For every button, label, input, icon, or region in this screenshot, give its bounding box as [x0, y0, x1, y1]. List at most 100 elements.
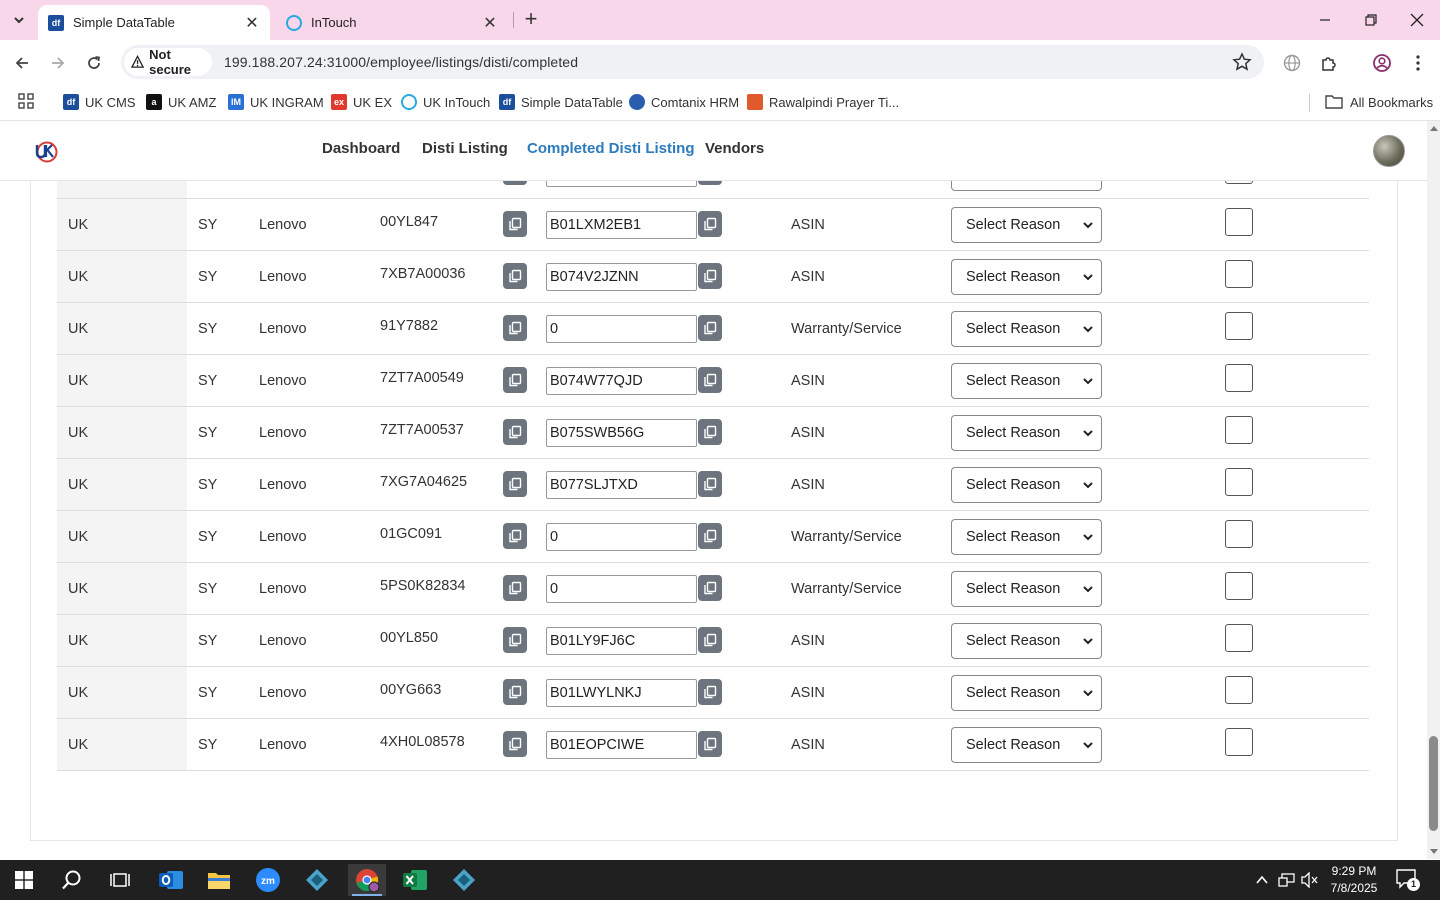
reason-select[interactable]: Select Reason	[951, 467, 1102, 503]
copy-part-button[interactable]	[503, 367, 527, 393]
outlook-app[interactable]	[152, 864, 190, 896]
asin-input[interactable]	[546, 315, 697, 343]
row-checkbox[interactable]	[1225, 624, 1253, 652]
row-checkbox[interactable]	[1225, 364, 1253, 392]
asin-input[interactable]	[546, 263, 697, 291]
zoom-app[interactable]: zm	[249, 864, 287, 896]
row-checkbox[interactable]	[1225, 468, 1253, 496]
show-hidden-icons-chevron-up-icon[interactable]	[1255, 873, 1269, 887]
site-info-chip[interactable]: Not secure	[124, 47, 212, 77]
bookmark-uk-cms[interactable]: df UK CMS	[63, 93, 136, 111]
scroll-up-arrow-icon[interactable]	[1430, 126, 1438, 131]
copy-part-button[interactable]	[503, 263, 527, 289]
bookmark-uk-amz[interactable]: a UK AMZ	[146, 93, 216, 111]
all-bookmarks-button[interactable]: All Bookmarks	[1325, 93, 1433, 111]
reason-select[interactable]: Select Reason	[951, 623, 1102, 659]
copy-asin-button[interactable]	[698, 315, 722, 341]
copy-asin-button[interactable]	[698, 523, 722, 549]
taskbar-search-button[interactable]	[53, 864, 91, 896]
excel-app[interactable]	[396, 864, 434, 896]
copy-asin-button[interactable]	[698, 731, 722, 757]
copy-asin-button[interactable]	[698, 575, 722, 601]
close-tab-icon[interactable]: ✕	[244, 13, 260, 33]
minimize-button[interactable]	[1302, 0, 1348, 40]
reason-select[interactable]: Select Reason	[951, 675, 1102, 711]
nav-vendors[interactable]: Vendors	[705, 140, 764, 157]
copy-asin-button[interactable]	[698, 419, 722, 445]
bookmark-simple-datatable[interactable]: df Simple DataTable	[499, 93, 623, 111]
reason-select[interactable]: Select Reason	[951, 363, 1102, 399]
reload-button[interactable]	[81, 50, 107, 76]
row-checkbox[interactable]	[1225, 416, 1253, 444]
nav-completed-disti-listing[interactable]: Completed Disti Listing	[527, 140, 695, 157]
close-tab-icon[interactable]: ✕	[482, 13, 498, 33]
volume-muted-icon[interactable]	[1301, 872, 1319, 888]
copy-asin-button[interactable]	[698, 471, 722, 497]
page-scrollbar[interactable]	[1427, 121, 1440, 859]
diamond-app-2[interactable]	[445, 864, 483, 896]
new-tab-button[interactable]: +	[520, 8, 542, 32]
tab-search-button[interactable]	[6, 7, 32, 33]
bookmark-uk-intouch[interactable]: UK InTouch	[401, 93, 490, 111]
uk-logo-icon[interactable]	[32, 139, 60, 163]
asin-input[interactable]	[546, 471, 697, 499]
reason-select[interactable]: Select Reason	[951, 519, 1102, 555]
copy-part-button[interactable]	[503, 419, 527, 445]
row-checkbox[interactable]	[1225, 572, 1253, 600]
tab-intouch[interactable]: InTouch ✕	[276, 5, 508, 40]
start-button[interactable]	[5, 864, 43, 896]
copy-part-button[interactable]	[503, 523, 527, 549]
asin-input[interactable]	[546, 627, 697, 655]
copy-asin-button[interactable]	[698, 627, 722, 653]
diamond-app[interactable]	[298, 864, 336, 896]
bookmark-star-icon[interactable]	[1232, 52, 1252, 72]
forward-button[interactable]	[45, 50, 71, 76]
reason-select[interactable]: Select Reason	[951, 207, 1102, 243]
reason-select[interactable]: Select Reason	[951, 727, 1102, 763]
address-bar[interactable]: Not secure 199.188.207.24:31000/employee…	[121, 45, 1264, 79]
copy-asin-button[interactable]	[698, 367, 722, 393]
task-view-button[interactable]	[101, 864, 139, 896]
more-menu-icon[interactable]	[1408, 53, 1428, 73]
close-window-button[interactable]	[1394, 0, 1440, 40]
apps-grid-icon[interactable]	[18, 93, 34, 109]
copy-part-button[interactable]	[503, 575, 527, 601]
nav-disti-listing[interactable]: Disti Listing	[422, 140, 508, 157]
asin-input[interactable]	[546, 731, 697, 759]
row-checkbox[interactable]	[1225, 728, 1253, 756]
profile-icon[interactable]	[1372, 53, 1392, 73]
bookmark-rawalpindi-prayer[interactable]: Rawalpindi Prayer Ti...	[747, 93, 899, 111]
row-checkbox[interactable]	[1225, 312, 1253, 340]
row-checkbox[interactable]	[1225, 260, 1253, 288]
file-explorer-app[interactable]	[200, 864, 238, 896]
reason-select[interactable]: Select Reason	[951, 415, 1102, 451]
translate-globe-icon[interactable]	[1282, 53, 1302, 73]
row-checkbox[interactable]	[1225, 520, 1253, 548]
reason-select[interactable]: Select Reason	[951, 311, 1102, 347]
row-checkbox[interactable]	[1225, 676, 1253, 704]
back-button[interactable]	[9, 50, 35, 76]
asin-input[interactable]	[546, 575, 697, 603]
asin-input[interactable]	[546, 367, 697, 395]
copy-asin-button[interactable]	[698, 679, 722, 705]
nav-dashboard[interactable]: Dashboard	[322, 140, 400, 157]
notification-center-button[interactable]: 1	[1396, 869, 1420, 891]
copy-part-button[interactable]	[503, 211, 527, 237]
asin-input[interactable]	[546, 419, 697, 447]
copy-part-button[interactable]	[503, 679, 527, 705]
restore-button[interactable]	[1348, 0, 1394, 40]
chrome-app[interactable]	[348, 864, 386, 896]
extensions-puzzle-icon[interactable]	[1319, 53, 1339, 73]
row-checkbox[interactable]	[1225, 208, 1253, 236]
taskbar-clock[interactable]: 9:29 PM 7/8/2025	[1322, 863, 1386, 897]
network-icon[interactable]	[1278, 872, 1296, 888]
scrollbar-thumb[interactable]	[1429, 736, 1438, 831]
copy-part-button[interactable]	[503, 315, 527, 341]
url-text[interactable]: 199.188.207.24:31000/employee/listings/d…	[224, 54, 578, 70]
user-avatar[interactable]	[1373, 135, 1405, 167]
copy-asin-button[interactable]	[698, 263, 722, 289]
asin-input[interactable]	[546, 211, 697, 239]
asin-input[interactable]	[546, 679, 697, 707]
copy-part-button[interactable]	[503, 471, 527, 497]
bookmark-uk-ingram[interactable]: IM UK INGRAM	[228, 93, 324, 111]
